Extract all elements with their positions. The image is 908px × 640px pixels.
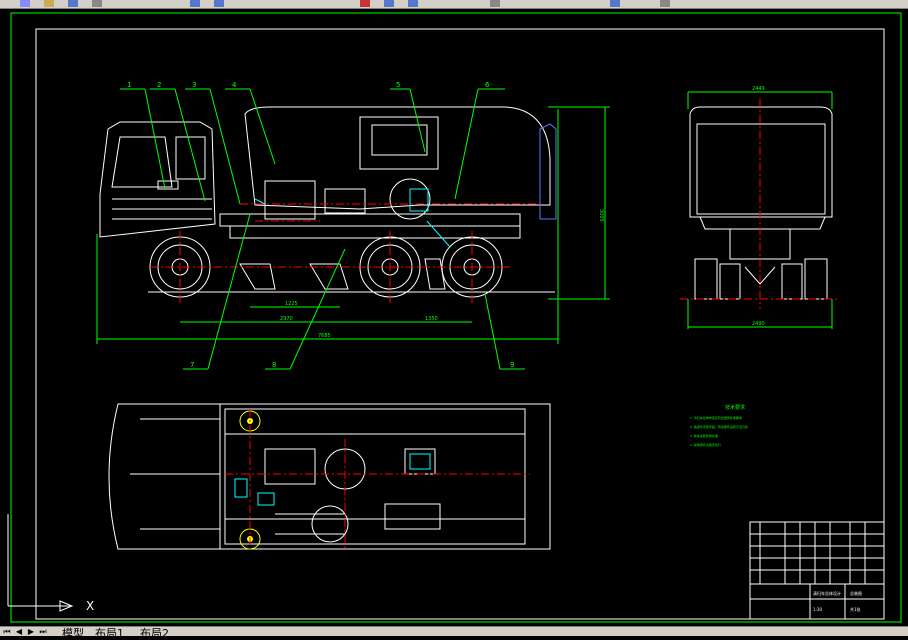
note-1: 1. 清扫车总体布置应符合国家标准要求 [690,415,742,420]
title-scale: 1:30 [813,607,822,612]
undo-icon[interactable] [190,0,200,7]
toolbar [0,0,908,9]
note-2: 2. 各部件安装牢固，转动部件运转灵活可靠 [690,424,748,429]
new-icon[interactable] [20,0,30,7]
part-number-4: 4 [232,81,237,89]
technical-notes: 技术要求 1. 清扫车总体布置应符合国家标准要求 2. 各部件安装牢固，转动部件… [690,404,748,447]
drawing-canvas[interactable]: 1 2 3 4 5 6 7 8 9 7685 2970 1350 1225 30… [0,9,908,626]
zoom-icon[interactable] [384,0,394,7]
dim-overall: 7685 [318,333,331,339]
part-number-5: 5 [396,81,400,89]
ucs-x-label: X [86,599,94,613]
side-view [99,106,557,293]
rear-view [689,106,833,300]
ucs-icon [7,514,74,612]
outer-border [10,12,902,623]
part-number-2: 2 [157,81,161,89]
pan-icon[interactable] [360,0,370,7]
note-4: 4. 其他按有关规定执行 [690,442,721,447]
open-icon[interactable] [44,0,54,7]
dim-width-top: 2449 [752,86,765,92]
part-number-7: 7 [190,361,194,369]
plan-view [108,403,551,550]
print-icon[interactable] [92,0,102,7]
zoom-window-icon[interactable] [408,0,418,7]
note-3: 3. 整车涂装防锈处理 [690,433,718,438]
help-icon[interactable] [660,0,670,7]
plan-center-lines [225,409,530,549]
redo-icon[interactable] [214,0,224,7]
dim-width-bottom: 2490 [752,321,765,327]
dim-wheelbase1: 2970 [280,316,293,322]
rear-dimension-labels: 2449 2490 [752,86,765,327]
title-sheet: 共1张 [850,606,861,612]
layer-icon[interactable] [610,0,620,7]
part-number-3: 3 [192,81,196,89]
dim-height: 3005 [598,209,604,222]
part-number-labels: 1 2 3 4 5 6 7 8 9 [127,81,514,369]
part-number-9: 9 [510,361,514,369]
part-number-1: 1 [127,81,131,89]
leader-lines [120,88,525,370]
notes-title: 技术要求 [725,404,745,411]
save-icon[interactable] [68,0,78,7]
plan-cyan-parts [234,453,431,506]
part-number-8: 8 [272,361,276,369]
title-block-text: 清扫车总体设计 总装图 1:30 共1张 [813,590,862,612]
dim-rear: 1225 [285,301,298,307]
title-drawing-no: 总装图 [850,590,862,596]
dim-wheelbase2: 1350 [425,316,438,322]
part-number-6: 6 [485,81,490,89]
properties-icon[interactable] [490,0,500,7]
title-block [749,521,885,620]
title-name: 清扫车总体设计 [813,590,841,596]
rear-view-center [680,99,840,309]
